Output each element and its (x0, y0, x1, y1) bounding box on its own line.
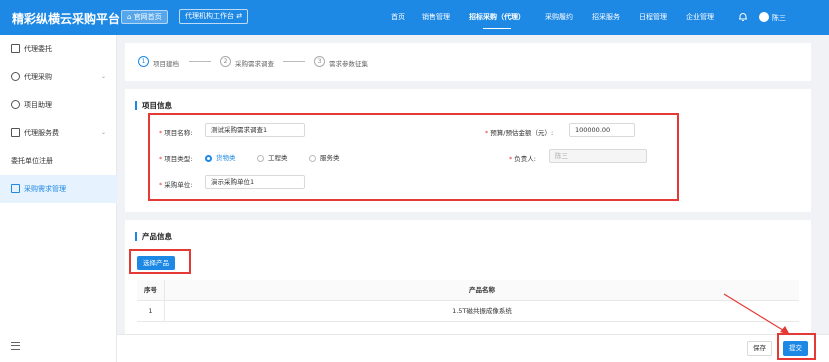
select-product-button[interactable]: 选择产品 (137, 256, 175, 270)
type-goods-radio[interactable]: 货物类 (205, 152, 236, 162)
chevron-down-icon: ⌄ (101, 73, 107, 80)
sidebar-item-label: 代理采购 (24, 73, 52, 81)
switch-workbench-button[interactable]: 代理机构工作台 ⇄ (179, 9, 249, 24)
project-info-card: 项目信息 * 项目名称: 测试采购需求调查1 * 预算/预估金额（元）: 10000… (125, 89, 811, 212)
official-home-label: 官网首页 (133, 13, 162, 21)
type-service-radio[interactable]: 服务类 (309, 152, 340, 162)
row-product-name: 1.5T磁共振成像系统 (452, 307, 512, 315)
official-home-button[interactable]: ⌂ 官网首页 (121, 10, 168, 24)
sidebar-item-agency-fee[interactable]: 代理服务费 ⌄ (0, 119, 117, 147)
column-header-product-name: 产品名称 (469, 286, 495, 294)
column-header-index: 序号 (137, 280, 165, 301)
bell-icon[interactable] (738, 12, 748, 22)
type-engineering-radio[interactable]: 工程类 (257, 152, 288, 162)
collapse-menu-icon[interactable] (11, 342, 20, 350)
sidebar: 代理委托 代理采购 ⌄ 项目助理 代理服务费 ⌄ 委托单位注册 采购需求管理 (0, 35, 117, 362)
fee-icon (11, 128, 20, 137)
sidebar-item-label: 委托单位注册 (11, 157, 53, 165)
nav-tender-procurement[interactable]: 招标采购（代理） (469, 0, 525, 35)
step-label: 项目建档 (153, 60, 179, 68)
top-navigation-bar: 精彩纵横云采购平台 ⌂ 官网首页 代理机构工作台 ⇄ 首页 销售管理 招标采购（… (0, 0, 829, 35)
avatar[interactable] (759, 12, 769, 22)
nav-home[interactable]: 首页 (391, 0, 405, 35)
sidebar-item-label: 采购需求管理 (24, 185, 66, 193)
steps-card: 1 项目建档 2 采购需求调查 3 需求参数征集 (125, 43, 811, 81)
project-type-label: * 项目类型: (159, 155, 193, 163)
radio-dot (257, 154, 264, 162)
owner-label: * 负责人: (509, 155, 536, 163)
sidebar-item-label: 代理委托 (24, 45, 52, 53)
step-number: 3 (314, 56, 325, 67)
user-name[interactable]: 陈三 (772, 13, 786, 23)
radio-dot (309, 154, 316, 162)
project-name-input[interactable]: 测试采购需求调查1 (205, 123, 305, 137)
nav-schedule-management[interactable]: 日程管理 (639, 0, 667, 35)
step-label: 需求参数征集 (329, 60, 368, 68)
form-icon (11, 184, 20, 193)
purchaser-label: * 采购单位: (159, 181, 193, 189)
nav-sales-management[interactable]: 销售管理 (422, 0, 450, 35)
project-info-title: 项目信息 (135, 101, 172, 110)
sidebar-item-label: 代理服务费 (24, 129, 59, 137)
project-name-label: * 项目名称: (159, 129, 193, 137)
step-connector (189, 61, 211, 62)
document-icon (11, 44, 20, 53)
save-button[interactable]: 保存 (747, 341, 772, 356)
submit-button[interactable]: 提交 (783, 341, 808, 356)
sidebar-item-agency-entrust[interactable]: 代理委托 (0, 35, 117, 63)
nav-procurement-performance[interactable]: 采购履约 (545, 0, 573, 35)
sidebar-item-agency-procurement[interactable]: 代理采购 ⌄ (0, 63, 117, 91)
product-info-title: 产品信息 (135, 232, 172, 241)
user-icon (11, 100, 20, 109)
step-number: 2 (220, 56, 231, 67)
row-index: 1 (137, 301, 165, 322)
budget-label: * 预算/预估金额（元）: (485, 129, 554, 137)
bottom-action-bar: 保存 提交 (117, 334, 829, 362)
sidebar-item-entrust-unit-register[interactable]: 委托单位注册 (0, 147, 117, 175)
user-icon (11, 72, 20, 81)
nav-procurement-service[interactable]: 招采服务 (592, 0, 620, 35)
home-icon: ⌂ (127, 13, 132, 21)
owner-input: 陈三 (549, 149, 647, 163)
purchaser-input[interactable]: 演示采购单位1 (205, 175, 305, 189)
chevron-down-icon: ⌄ (101, 129, 107, 136)
step-number: 1 (138, 56, 149, 67)
table-row[interactable]: 1 1.5T磁共振成像系统 (137, 301, 799, 322)
step-connector (283, 61, 305, 62)
radio-dot (205, 154, 212, 162)
sidebar-item-requirement-management[interactable]: 采购需求管理 (0, 175, 117, 203)
sidebar-item-label: 项目助理 (24, 101, 52, 109)
nav-enterprise-management[interactable]: 企业管理 (686, 0, 714, 35)
table-header-row: 序号 产品名称 (137, 280, 799, 301)
sidebar-item-project-assistant[interactable]: 项目助理 (0, 91, 117, 119)
platform-brand: 精彩纵横云采购平台 (12, 12, 121, 26)
budget-input[interactable]: 100000.00 (569, 123, 635, 137)
step-label: 采购需求调查 (235, 60, 274, 68)
